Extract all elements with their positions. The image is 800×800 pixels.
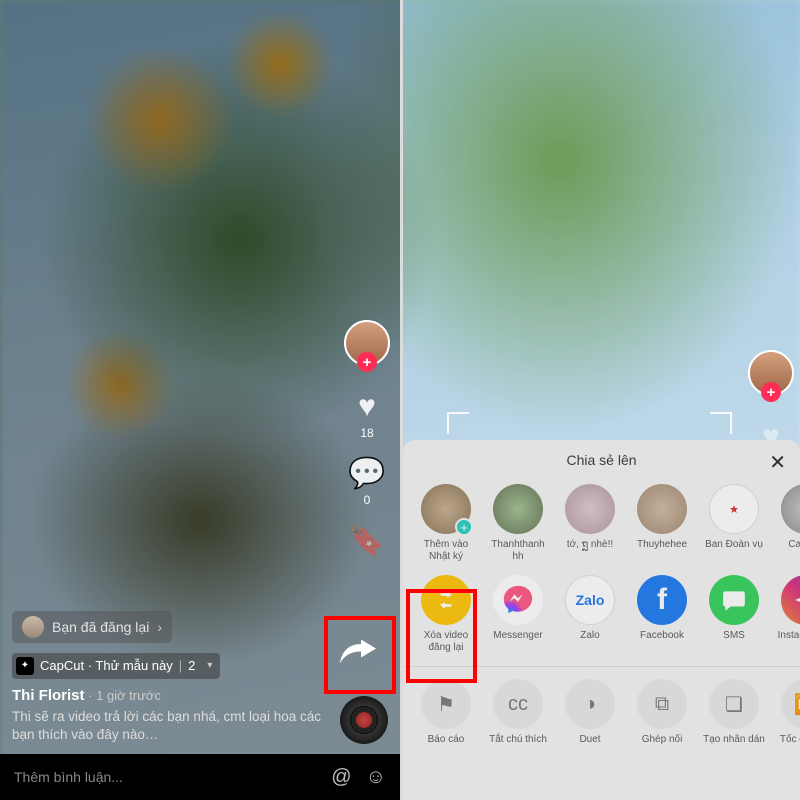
video-meta: Bạn đã đăng lại › ✦ CapCut · Thử mẫu này… [12, 611, 330, 744]
chevron-down-icon: ▾ [207, 660, 212, 671]
share-contacts-row: + Thêm vào Nhật ký Thanhthanh hh tớ, ຖຼ … [403, 480, 800, 571]
capcut-icon: ✦ [16, 657, 34, 675]
capcut-views: 2 [188, 658, 195, 673]
sticker-button[interactable]: ❏ Tạo nhãn dán [701, 679, 767, 758]
share-add-to-diary[interactable]: + Thêm vào Nhật ký [413, 484, 479, 563]
author-avatar[interactable]: + [344, 320, 390, 366]
report-button[interactable]: ⚑ Báo cáo [413, 679, 479, 758]
bookmark-icon[interactable]: 🔖 [348, 523, 385, 558]
timestamp: 1 giờ trước [96, 688, 161, 703]
share-facebook[interactable]: f Facebook [629, 575, 695, 654]
follow-plus-icon[interactable]: + [357, 352, 377, 372]
instagram-icon [781, 575, 800, 625]
duet-button[interactable]: ◑ Duet [557, 679, 623, 758]
focus-bracket [447, 412, 469, 434]
capcut-label: CapCut · Thử mẫu này [40, 658, 173, 673]
share-zalo[interactable]: Zalo Zalo [557, 575, 623, 654]
repost-label: Bạn đã đăng lại [52, 619, 149, 635]
sticker-icon: ❏ [709, 679, 759, 729]
repost-avatar [22, 616, 44, 638]
left-screenshot: + ♥ 18 💬 0 🔖 Bạn đã đăng lại › ✦ CapCut … [0, 0, 400, 800]
speed-button[interactable]: ⏩ Tốc đ phát l [773, 679, 800, 758]
right-screenshot: + ♥ Chia sẻ lên ✕ + Thêm vào Nhật ký Tha… [403, 0, 800, 800]
like-count: 18 [360, 426, 373, 440]
mention-icon[interactable]: @ [331, 766, 351, 789]
like-icon[interactable]: ♥ [358, 390, 376, 424]
username[interactable]: Thi Florist [12, 687, 85, 704]
remove-repost-highlight [406, 589, 477, 683]
video-description: Thi sẽ ra video trả lời các bạn nhá, cmt… [12, 708, 330, 744]
repost-tag[interactable]: Bạn đã đăng lại › [12, 611, 172, 643]
close-icon[interactable]: ✕ [769, 450, 786, 475]
author-avatar[interactable]: + [748, 350, 794, 396]
sheet-title: Chia sẻ lên [566, 452, 636, 468]
music-disc[interactable] [340, 696, 388, 744]
comment-bar[interactable]: Thêm bình luận... @ ☺ [0, 754, 400, 800]
emoji-icon[interactable]: ☺ [366, 766, 386, 789]
chevron-right-icon: › [157, 619, 162, 635]
comment-icon[interactable]: 💬 [348, 456, 385, 491]
action-rail-right: + ♥ [748, 350, 794, 454]
focus-bracket [710, 412, 732, 434]
add-badge-icon: + [455, 518, 473, 536]
follow-plus-icon[interactable]: + [761, 382, 781, 402]
contact-item[interactable]: tớ, ຖຼ nhè!! [557, 484, 623, 563]
share-highlight [324, 616, 396, 694]
share-sms[interactable]: SMS [701, 575, 767, 654]
stitch-button[interactable]: ⧉ Ghép nối [629, 679, 695, 758]
flag-icon: ⚑ [421, 679, 471, 729]
capcut-chip[interactable]: ✦ CapCut · Thử mẫu này | 2 ▾ [12, 653, 220, 679]
sms-icon [709, 575, 759, 625]
stitch-icon: ⧉ [637, 679, 687, 729]
share-actions-row: ⚑ Báo cáo cc Tắt chú thích ◑ Duet ⧉ Ghép… [403, 675, 800, 766]
contact-item[interactable]: Thanhthanh hh [485, 484, 551, 563]
share-messenger[interactable]: Messenger [485, 575, 551, 654]
share-instagram[interactable]: Instagr Direc [773, 575, 800, 654]
zalo-icon: Zalo [565, 575, 615, 625]
messenger-icon [493, 575, 543, 625]
facebook-icon: f [637, 575, 687, 625]
contact-item[interactable]: Thuyhehee [629, 484, 695, 563]
speed-icon: ⏩ [781, 679, 800, 729]
duet-icon: ◑ [565, 679, 615, 729]
comment-count: 0 [364, 493, 371, 507]
contact-item[interactable]: CaTuon [773, 484, 800, 563]
captions-off-button[interactable]: cc Tắt chú thích [485, 679, 551, 758]
sheet-title-bar: Chia sẻ lên ✕ [403, 440, 800, 480]
contact-item[interactable]: ★ Ban Đoàn vụ [701, 484, 767, 563]
captions-icon: cc [493, 679, 543, 729]
comment-placeholder: Thêm bình luận... [14, 769, 123, 785]
action-rail: + ♥ 18 💬 0 🔖 [344, 320, 390, 574]
